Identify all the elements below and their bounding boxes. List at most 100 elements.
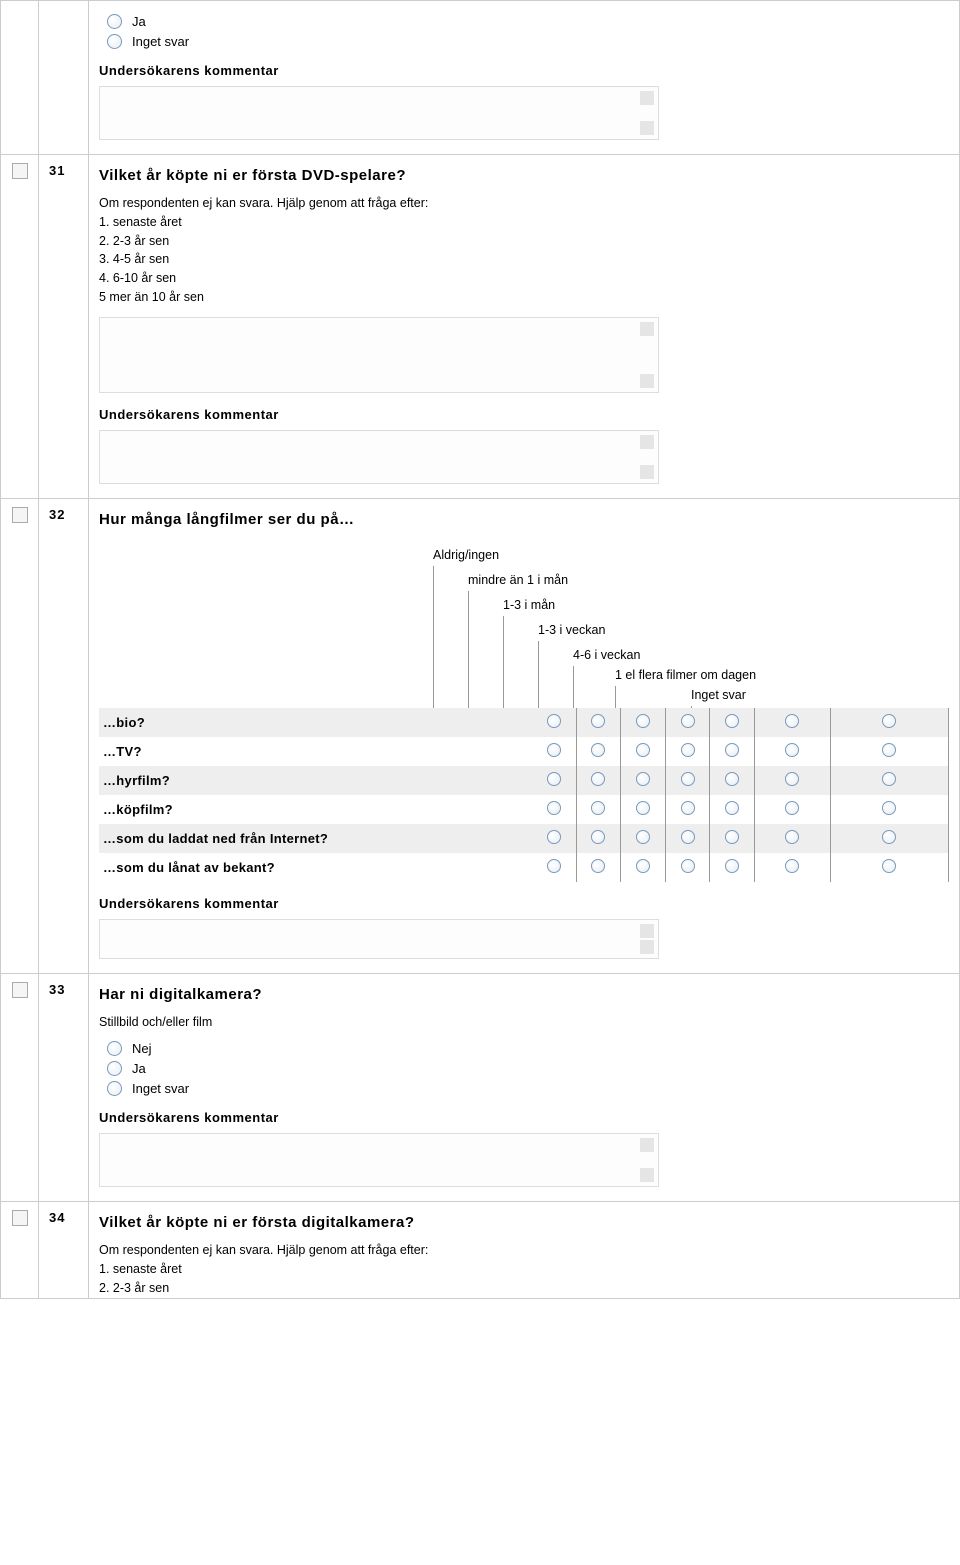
comment-textbox[interactable] xyxy=(99,919,659,959)
matrix-cell[interactable] xyxy=(621,795,666,824)
question-content: Vilket år köpte ni er första DVD-spelare… xyxy=(89,155,960,499)
radio-icon xyxy=(107,34,122,49)
matrix-cell[interactable] xyxy=(576,795,621,824)
matrix-cell[interactable] xyxy=(665,708,710,737)
scroll-down-icon[interactable] xyxy=(640,121,654,135)
radio-label: Ja xyxy=(132,1061,146,1076)
question-checkbox[interactable] xyxy=(12,163,28,179)
matrix-cell[interactable] xyxy=(532,766,577,795)
matrix-cell[interactable] xyxy=(830,824,948,853)
matrix-row-label: …köpfilm? xyxy=(99,795,532,824)
question-number-cell: 32 xyxy=(39,498,89,973)
matrix-cell[interactable] xyxy=(710,824,755,853)
matrix-row-label: …TV? xyxy=(99,737,532,766)
comment-label: Undersökarens kommentar xyxy=(99,63,949,78)
matrix-cell[interactable] xyxy=(532,737,577,766)
radio-icon xyxy=(591,801,605,815)
scroll-up-icon[interactable] xyxy=(640,91,654,105)
col-header-0: Aldrig/ingen xyxy=(433,548,499,562)
comment-textbox[interactable] xyxy=(99,1133,659,1187)
matrix-cell[interactable] xyxy=(621,737,666,766)
matrix-cell[interactable] xyxy=(665,737,710,766)
matrix-cell[interactable] xyxy=(830,737,948,766)
radio-icon xyxy=(882,743,896,757)
matrix-cell[interactable] xyxy=(532,795,577,824)
question-checkbox[interactable] xyxy=(12,982,28,998)
comment-textbox[interactable] xyxy=(99,430,659,484)
question-help: Om respondenten ej kan svara. Hjälp geno… xyxy=(99,1241,949,1297)
matrix-cell[interactable] xyxy=(621,853,666,882)
question-number-cell: 34 xyxy=(39,1202,89,1298)
matrix-cell[interactable] xyxy=(754,824,830,853)
col-header-6: Inget svar xyxy=(691,688,746,702)
radio-icon xyxy=(107,14,122,29)
matrix-cell[interactable] xyxy=(576,737,621,766)
scroll-down-icon[interactable] xyxy=(640,465,654,479)
matrix-cell[interactable] xyxy=(665,853,710,882)
scroll-up-icon[interactable] xyxy=(640,322,654,336)
matrix-cell[interactable] xyxy=(754,737,830,766)
scroll-up-icon[interactable] xyxy=(640,924,654,938)
matrix-cell[interactable] xyxy=(830,766,948,795)
matrix-cell[interactable] xyxy=(830,795,948,824)
matrix-cell[interactable] xyxy=(621,708,666,737)
comment-label: Undersökarens kommentar xyxy=(99,407,949,422)
matrix-row: …som du laddat ned från Internet? xyxy=(99,824,949,853)
matrix-cell[interactable] xyxy=(754,766,830,795)
scroll-down-icon[interactable] xyxy=(640,1168,654,1182)
matrix-cell[interactable] xyxy=(665,766,710,795)
question-content: Ja Inget svar Undersökarens kommentar xyxy=(89,1,960,155)
matrix-cell[interactable] xyxy=(532,708,577,737)
matrix-cell[interactable] xyxy=(621,766,666,795)
matrix-cell[interactable] xyxy=(754,708,830,737)
matrix-cell[interactable] xyxy=(621,824,666,853)
matrix-cell[interactable] xyxy=(710,766,755,795)
radio-icon xyxy=(547,859,561,873)
matrix-cell[interactable] xyxy=(710,795,755,824)
matrix-cell[interactable] xyxy=(830,853,948,882)
question-checkbox[interactable] xyxy=(12,507,28,523)
question-checkbox[interactable] xyxy=(12,1210,28,1226)
matrix-cell[interactable] xyxy=(532,824,577,853)
matrix-cell[interactable] xyxy=(710,708,755,737)
scroll-down-icon[interactable] xyxy=(640,374,654,388)
matrix-cell[interactable] xyxy=(665,795,710,824)
question-title: Har ni digitalkamera? xyxy=(99,986,949,1003)
mark-cell xyxy=(1,973,39,1202)
radio-icon xyxy=(547,830,561,844)
matrix-cell[interactable] xyxy=(576,824,621,853)
scroll-up-icon[interactable] xyxy=(640,1138,654,1152)
radio-icon xyxy=(882,714,896,728)
comment-textbox[interactable] xyxy=(99,86,659,140)
matrix-cell[interactable] xyxy=(576,853,621,882)
scroll-down-icon[interactable] xyxy=(640,940,654,954)
matrix-row-label: …bio? xyxy=(99,708,532,737)
matrix-cell[interactable] xyxy=(710,853,755,882)
radio-option-inget-svar[interactable]: Inget svar xyxy=(107,34,949,49)
question-number-cell: 31 xyxy=(39,155,89,499)
matrix-cell[interactable] xyxy=(576,708,621,737)
scroll-up-icon[interactable] xyxy=(640,435,654,449)
radio-icon xyxy=(882,772,896,786)
comment-label: Undersökarens kommentar xyxy=(99,896,949,911)
radio-icon xyxy=(725,714,739,728)
matrix-cell[interactable] xyxy=(576,766,621,795)
matrix-cell[interactable] xyxy=(754,853,830,882)
answer-textbox[interactable] xyxy=(99,317,659,393)
question-subtitle: Stillbild och/eller film xyxy=(99,1013,949,1032)
radio-option-ja[interactable]: Ja xyxy=(107,1061,949,1076)
matrix-cell[interactable] xyxy=(665,824,710,853)
radio-option-nej[interactable]: Nej xyxy=(107,1041,949,1056)
question-row-30-tail: Ja Inget svar Undersökarens kommentar xyxy=(1,1,960,155)
radio-option-inget-svar[interactable]: Inget svar xyxy=(107,1081,949,1096)
matrix-cell[interactable] xyxy=(830,708,948,737)
matrix-cell[interactable] xyxy=(754,795,830,824)
radio-icon xyxy=(636,801,650,815)
radio-icon xyxy=(725,830,739,844)
question-title: Vilket år köpte ni er första digitalkame… xyxy=(99,1214,949,1231)
matrix-cell[interactable] xyxy=(532,853,577,882)
radio-icon xyxy=(591,714,605,728)
matrix-cell[interactable] xyxy=(710,737,755,766)
matrix-row: …TV? xyxy=(99,737,949,766)
radio-option-ja[interactable]: Ja xyxy=(107,14,949,29)
